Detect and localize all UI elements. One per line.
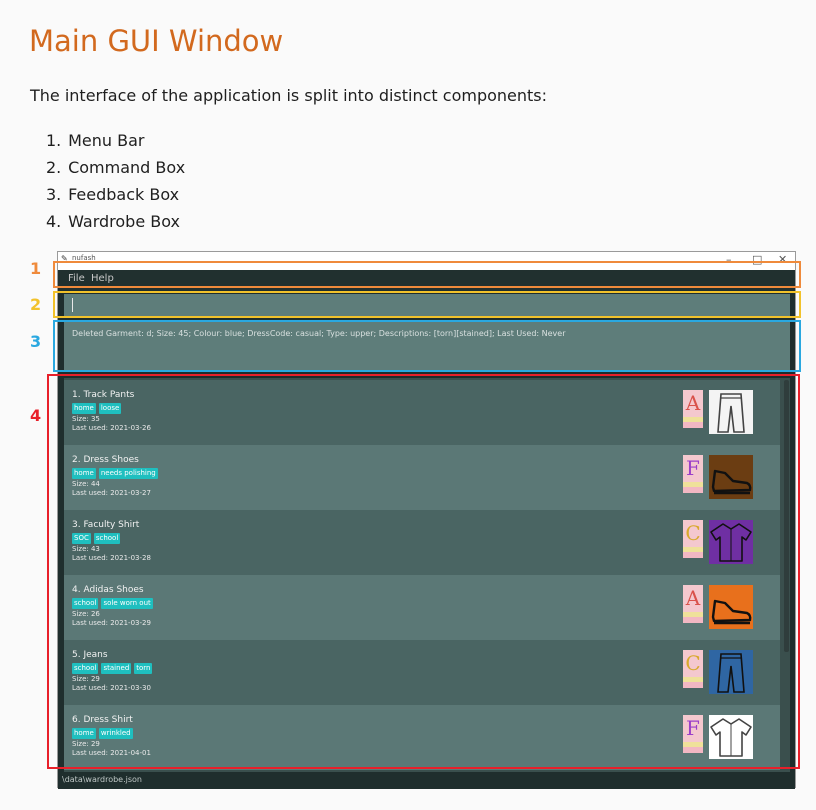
annotation-label: 2 [30,295,42,314]
component-label: Wardrobe Box [68,212,180,231]
intro-text: The interface of the application is spli… [30,86,548,105]
component-label: Feedback Box [68,185,180,204]
component-item: 4. Wardrobe Box [46,210,185,237]
component-list: 1. Menu Bar 2. Command Box 3. Feedback B… [46,129,185,237]
storage-path: \data\wardrobe.json [62,775,142,784]
annotation-box-command-box [53,291,801,318]
component-label: Menu Bar [68,131,145,150]
component-number: 3. [46,185,62,204]
component-number: 4. [46,212,62,231]
annotation-box-menu-bar [53,261,801,288]
status-bar: \data\wardrobe.json [58,772,795,789]
page-heading: Main GUI Window [29,24,284,58]
component-label: Command Box [68,158,186,177]
annotation-label: 4 [30,406,42,425]
annotation-label: 3 [30,332,42,351]
component-item: 2. Command Box [46,156,185,183]
component-number: 1. [46,131,62,150]
component-item: 3. Feedback Box [46,183,185,210]
annotation-label: 1 [30,259,42,278]
annotation-box-wardrobe-box [47,374,800,769]
annotation-box-feedback-box [53,320,801,372]
component-item: 1. Menu Bar [46,129,185,156]
component-number: 2. [46,158,62,177]
